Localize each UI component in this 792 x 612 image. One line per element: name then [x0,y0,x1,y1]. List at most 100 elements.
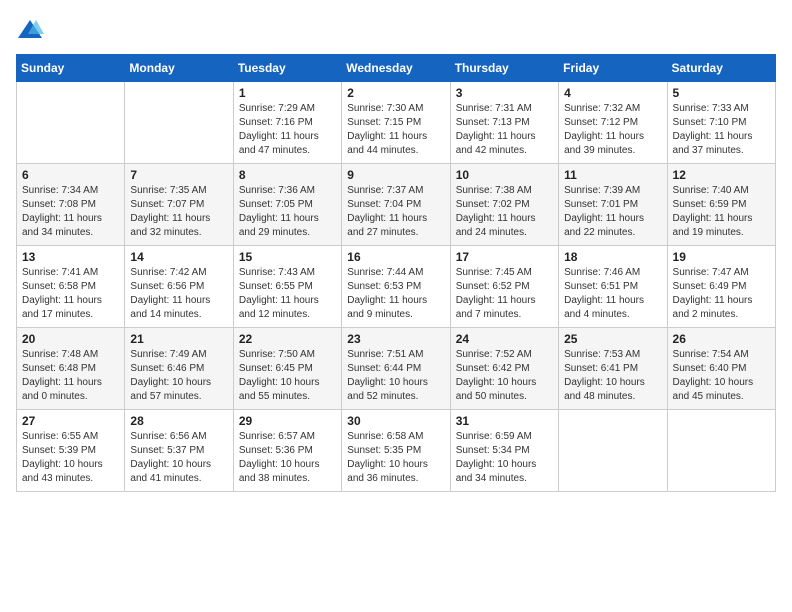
col-header-saturday: Saturday [667,55,775,82]
col-header-thursday: Thursday [450,55,558,82]
day-info: Sunrise: 7:53 AM Sunset: 6:41 PM Dayligh… [564,348,661,404]
col-header-friday: Friday [559,55,667,82]
calendar-cell: 29 Sunrise: 6:57 AM Sunset: 5:36 PM Dayli… [233,410,341,492]
calendar-cell: 28 Sunrise: 6:56 AM Sunset: 5:37 PM Dayli… [125,410,233,492]
day-number: 8 [239,168,336,182]
calendar-week-row: 6 Sunrise: 7:34 AM Sunset: 7:08 PM Daylig… [17,164,776,246]
day-info: Sunrise: 7:31 AM Sunset: 7:13 PM Dayligh… [456,102,553,158]
day-info: Sunrise: 7:30 AM Sunset: 7:15 PM Dayligh… [347,102,444,158]
day-info: Sunrise: 7:47 AM Sunset: 6:49 PM Dayligh… [673,266,770,322]
day-info: Sunrise: 7:35 AM Sunset: 7:07 PM Dayligh… [130,184,227,240]
day-number: 6 [22,168,119,182]
calendar-cell: 4 Sunrise: 7:32 AM Sunset: 7:12 PM Daylig… [559,82,667,164]
day-number: 29 [239,414,336,428]
day-info: Sunrise: 7:54 AM Sunset: 6:40 PM Dayligh… [673,348,770,404]
calendar-week-row: 1 Sunrise: 7:29 AM Sunset: 7:16 PM Daylig… [17,82,776,164]
day-number: 11 [564,168,661,182]
calendar-cell: 24 Sunrise: 7:52 AM Sunset: 6:42 PM Dayli… [450,328,558,410]
day-info: Sunrise: 7:34 AM Sunset: 7:08 PM Dayligh… [22,184,119,240]
calendar-cell: 6 Sunrise: 7:34 AM Sunset: 7:08 PM Daylig… [17,164,125,246]
calendar-cell [667,410,775,492]
logo-icon [16,16,44,44]
calendar-cell: 8 Sunrise: 7:36 AM Sunset: 7:05 PM Daylig… [233,164,341,246]
col-header-monday: Monday [125,55,233,82]
header-row [16,16,776,44]
day-info: Sunrise: 7:32 AM Sunset: 7:12 PM Dayligh… [564,102,661,158]
calendar-cell: 17 Sunrise: 7:45 AM Sunset: 6:52 PM Dayli… [450,246,558,328]
day-number: 22 [239,332,336,346]
calendar-cell: 7Sunrise: 7:35 AM Sunset: 7:07 PM Daylig… [125,164,233,246]
day-info: Sunrise: 7:42 AM Sunset: 6:56 PM Dayligh… [130,266,227,322]
calendar-cell: 19 Sunrise: 7:47 AM Sunset: 6:49 PM Dayli… [667,246,775,328]
calendar-week-row: 27Sunrise: 6:55 AM Sunset: 5:39 PM Dayli… [17,410,776,492]
logo [16,16,48,44]
day-info: Sunrise: 7:52 AM Sunset: 6:42 PM Dayligh… [456,348,553,404]
day-number: 1 [239,86,336,100]
day-number: 18 [564,250,661,264]
day-info: Sunrise: 7:44 AM Sunset: 6:53 PM Dayligh… [347,266,444,322]
day-number: 31 [456,414,553,428]
day-info: Sunrise: 6:57 AM Sunset: 5:36 PM Dayligh… [239,430,336,486]
calendar-cell [17,82,125,164]
calendar-cell: 9 Sunrise: 7:37 AM Sunset: 7:04 PM Daylig… [342,164,450,246]
calendar-cell: 13Sunrise: 7:41 AM Sunset: 6:58 PM Dayli… [17,246,125,328]
day-info: Sunrise: 6:58 AM Sunset: 5:35 PM Dayligh… [347,430,444,486]
calendar-cell: 14Sunrise: 7:42 AM Sunset: 6:56 PM Dayli… [125,246,233,328]
calendar-cell: 31Sunrise: 6:59 AM Sunset: 5:34 PM Dayli… [450,410,558,492]
calendar-cell: 26 Sunrise: 7:54 AM Sunset: 6:40 PM Dayli… [667,328,775,410]
calendar-cell: 18 Sunrise: 7:46 AM Sunset: 6:51 PM Dayli… [559,246,667,328]
calendar-cell: 23 Sunrise: 7:51 AM Sunset: 6:44 PM Dayli… [342,328,450,410]
col-header-sunday: Sunday [17,55,125,82]
day-info: Sunrise: 7:49 AM Sunset: 6:46 PM Dayligh… [130,348,227,404]
day-number: 10 [456,168,553,182]
calendar-cell: 20Sunrise: 7:48 AM Sunset: 6:48 PM Dayli… [17,328,125,410]
day-number: 16 [347,250,444,264]
calendar-cell: 2 Sunrise: 7:30 AM Sunset: 7:15 PM Daylig… [342,82,450,164]
day-info: Sunrise: 7:40 AM Sunset: 6:59 PM Dayligh… [673,184,770,240]
calendar-week-row: 20Sunrise: 7:48 AM Sunset: 6:48 PM Dayli… [17,328,776,410]
calendar-cell: 12 Sunrise: 7:40 AM Sunset: 6:59 PM Dayli… [667,164,775,246]
day-info: Sunrise: 7:37 AM Sunset: 7:04 PM Dayligh… [347,184,444,240]
day-number: 9 [347,168,444,182]
day-number: 2 [347,86,444,100]
calendar-cell: 15 Sunrise: 7:43 AM Sunset: 6:55 PM Dayli… [233,246,341,328]
day-info: Sunrise: 7:51 AM Sunset: 6:44 PM Dayligh… [347,348,444,404]
day-info: Sunrise: 7:33 AM Sunset: 7:10 PM Dayligh… [673,102,770,158]
col-header-tuesday: Tuesday [233,55,341,82]
calendar-cell: 5 Sunrise: 7:33 AM Sunset: 7:10 PM Daylig… [667,82,775,164]
day-number: 15 [239,250,336,264]
day-number: 24 [456,332,553,346]
day-number: 27 [22,414,119,428]
day-info: Sunrise: 7:29 AM Sunset: 7:16 PM Dayligh… [239,102,336,158]
day-number: 17 [456,250,553,264]
calendar-cell: 25 Sunrise: 7:53 AM Sunset: 6:41 PM Dayli… [559,328,667,410]
calendar-cell [559,410,667,492]
calendar-cell: 21 Sunrise: 7:49 AM Sunset: 6:46 PM Dayli… [125,328,233,410]
day-number: 25 [564,332,661,346]
day-info: Sunrise: 6:56 AM Sunset: 5:37 PM Dayligh… [130,430,227,486]
day-number: 12 [673,168,770,182]
day-info: Sunrise: 7:38 AM Sunset: 7:02 PM Dayligh… [456,184,553,240]
calendar-cell: 27Sunrise: 6:55 AM Sunset: 5:39 PM Dayli… [17,410,125,492]
day-number: 5 [673,86,770,100]
calendar-cell [125,82,233,164]
day-number: 28 [130,414,227,428]
calendar-cell: 16 Sunrise: 7:44 AM Sunset: 6:53 PM Dayli… [342,246,450,328]
calendar-header-row: SundayMondayTuesdayWednesdayThursdayFrid… [17,55,776,82]
calendar-cell: 11Sunrise: 7:39 AM Sunset: 7:01 PM Dayli… [559,164,667,246]
day-number: 4 [564,86,661,100]
day-info: Sunrise: 7:41 AM Sunset: 6:58 PM Dayligh… [22,266,119,322]
day-number: 19 [673,250,770,264]
calendar-container: SundayMondayTuesdayWednesdayThursdayFrid… [0,0,792,502]
day-number: 20 [22,332,119,346]
day-info: Sunrise: 7:43 AM Sunset: 6:55 PM Dayligh… [239,266,336,322]
col-header-wednesday: Wednesday [342,55,450,82]
day-number: 21 [130,332,227,346]
day-info: Sunrise: 7:45 AM Sunset: 6:52 PM Dayligh… [456,266,553,322]
day-info: Sunrise: 7:36 AM Sunset: 7:05 PM Dayligh… [239,184,336,240]
day-number: 26 [673,332,770,346]
day-info: Sunrise: 7:46 AM Sunset: 6:51 PM Dayligh… [564,266,661,322]
calendar-week-row: 13Sunrise: 7:41 AM Sunset: 6:58 PM Dayli… [17,246,776,328]
day-number: 23 [347,332,444,346]
calendar-cell: 1 Sunrise: 7:29 AM Sunset: 7:16 PM Daylig… [233,82,341,164]
